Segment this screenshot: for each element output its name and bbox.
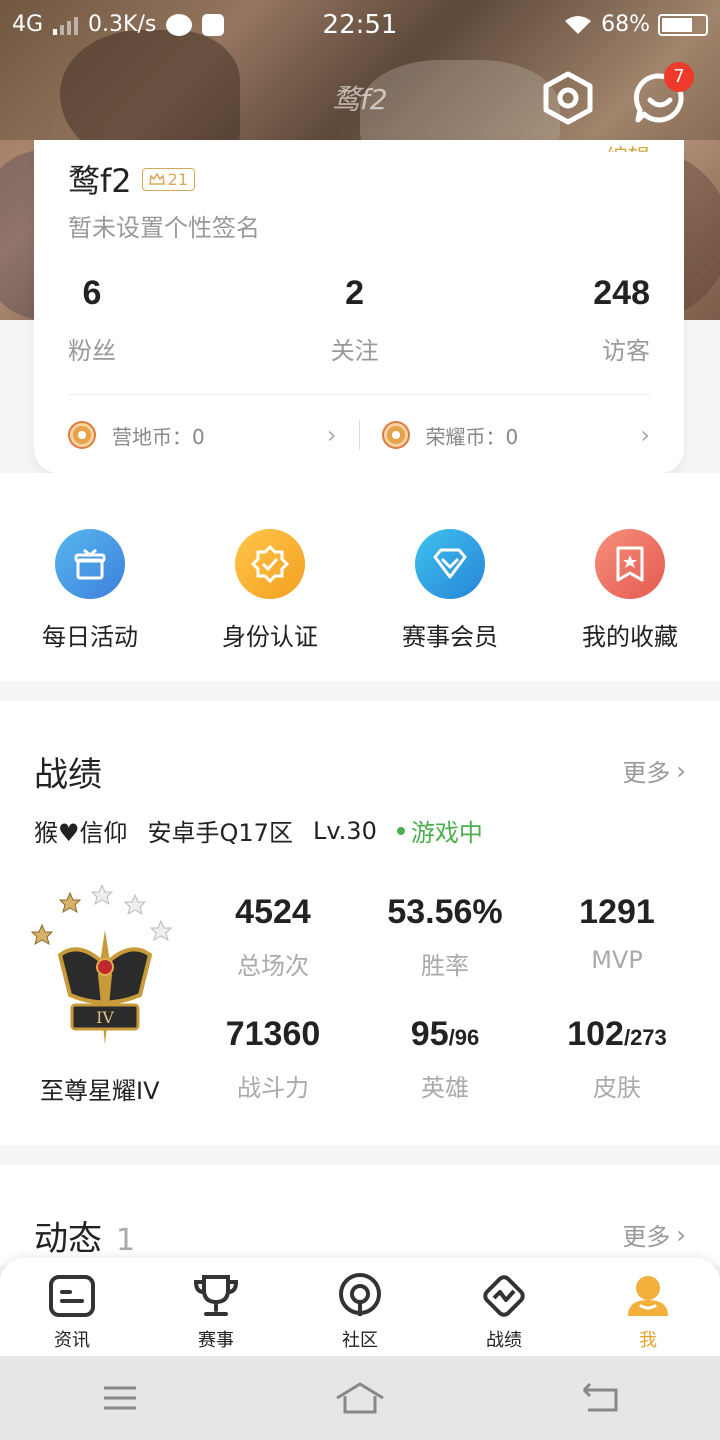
notification-badge: 7 <box>664 62 694 92</box>
messages-button[interactable]: 7 <box>632 62 694 126</box>
skins-stat: 102/273 皮肤 <box>567 1015 667 1102</box>
player-info: 猴♥信仰 安卓手Q17区 Lv.30 游戏中 <box>34 813 483 848</box>
signature: 暂未设置个性签名 <box>68 214 260 242</box>
honor-coin-label: 荣耀币：0 <box>425 424 519 449</box>
gift-icon <box>55 529 125 599</box>
battery-percent: 68% <box>601 12 650 37</box>
news-icon <box>46 1270 98 1322</box>
badge-check-icon <box>235 529 305 599</box>
app-watermark: 鹜f2 <box>332 83 388 116</box>
identity-verify-button[interactable]: 身份认证 <box>180 529 360 652</box>
mvp-stat: 1291 MVP <box>579 893 655 974</box>
player-name: 猴♥信仰 <box>34 819 128 847</box>
win-rate-stat: 53.56% 胜率 <box>387 893 503 980</box>
trophy-icon <box>190 1270 242 1322</box>
divider <box>68 394 650 395</box>
level-badge: 21 <box>141 167 195 191</box>
nav-community[interactable]: 社区 <box>288 1258 432 1356</box>
camp-coin-label: 营地币：0 <box>112 424 205 449</box>
daily-activity-button[interactable]: 每日活动 <box>0 529 180 652</box>
record-more-link[interactable]: 更多 › <box>622 753 686 788</box>
nav-news[interactable]: 资讯 <box>0 1258 144 1356</box>
edit-profile-link[interactable]: 编辑 <box>606 140 650 152</box>
svg-text:IV: IV <box>96 1008 114 1027</box>
chevron-right-icon: › <box>326 421 337 449</box>
diamond-icon <box>415 529 485 599</box>
back-icon <box>582 1382 618 1412</box>
power-stat: 71360 战斗力 <box>225 1015 321 1102</box>
hexagon-settings-icon <box>543 71 593 125</box>
event-member-button[interactable]: 赛事会员 <box>360 529 540 652</box>
menu-icon <box>104 1386 136 1410</box>
community-icon <box>334 1270 386 1322</box>
home-icon <box>336 1382 384 1414</box>
status-bar: 4G 0.3K/s 22:51 68% <box>0 0 720 50</box>
player-level: Lv.30 <box>312 816 377 845</box>
home-button[interactable] <box>330 1378 390 1418</box>
bookmark-star-icon <box>595 529 665 599</box>
user-name: 鹜f2 <box>68 162 132 200</box>
chevron-right-icon: › <box>676 756 686 785</box>
following-stat[interactable]: 2 关注 <box>331 274 379 366</box>
record-icon <box>478 1270 530 1322</box>
coin-icon <box>381 421 410 449</box>
server-name: 安卓手Q17区 <box>147 819 293 847</box>
profile-icon <box>622 1270 674 1322</box>
nav-record[interactable]: 战绩 <box>432 1258 576 1356</box>
status-badge: 游戏中 <box>396 813 483 848</box>
nav-events[interactable]: 赛事 <box>144 1258 288 1356</box>
record-title: 战绩 <box>34 755 102 795</box>
menu-button[interactable] <box>90 1378 150 1418</box>
battery-icon <box>658 13 708 36</box>
camp-coin-link[interactable]: 营地币：0 › <box>68 421 337 450</box>
dynamics-title: 动态 1 <box>34 1219 136 1259</box>
back-button[interactable] <box>570 1378 630 1418</box>
wifi-icon <box>565 15 592 34</box>
heroes-stat: 95/96 英雄 <box>410 1015 480 1102</box>
chevron-right-icon: › <box>676 1220 686 1249</box>
total-matches-stat: 4524 总场次 <box>235 893 311 980</box>
visitors-stat[interactable]: 248 访客 <box>593 274 650 366</box>
my-favorites-button[interactable]: 我的收藏 <box>540 529 720 652</box>
quick-actions: 每日活动 身份认证 赛事会员 我的收藏 <box>0 473 720 681</box>
rank-name: 至尊星耀IV <box>40 1077 160 1105</box>
record-section: 战绩 更多 › 猴♥信仰 安卓手Q17区 Lv.30 游戏中 IV 至尊星耀IV… <box>0 701 720 1145</box>
profile-card: 编辑 鹜f2 21 暂未设置个性签名 6 粉丝 2 关注 248 访客 营地币：… <box>34 140 684 473</box>
dynamics-section: 动态 1 更多 › <box>0 1165 720 1265</box>
coin-icon <box>68 421 96 449</box>
rank-emblem-icon: IV <box>30 883 180 1055</box>
dynamics-more-link[interactable]: 更多 › <box>622 1217 686 1252</box>
nav-me[interactable]: 我 <box>576 1258 720 1356</box>
settings-button[interactable] <box>540 70 596 126</box>
chevron-right-icon: › <box>640 421 650 449</box>
followers-stat[interactable]: 6 粉丝 <box>68 274 116 366</box>
system-nav-bar <box>0 1356 720 1440</box>
bottom-nav: 资讯 赛事 社区 战绩 我 <box>0 1258 720 1356</box>
dynamics-count: 1 <box>116 1223 136 1258</box>
crown-icon <box>148 173 165 185</box>
honor-coin-link[interactable]: 荣耀币：0 › <box>381 421 650 450</box>
